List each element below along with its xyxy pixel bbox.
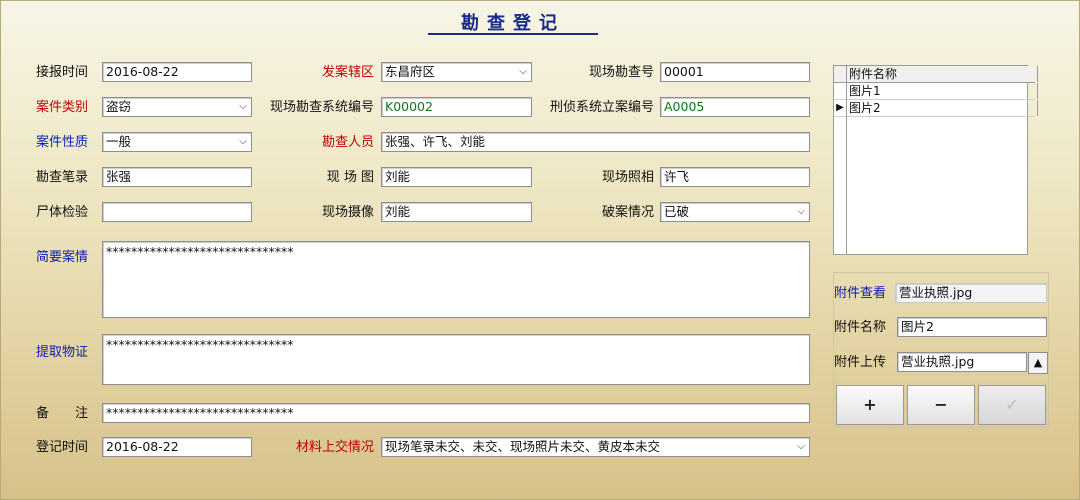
investigators-label: 勘查人员 (321, 135, 374, 150)
brief-textarea[interactable]: ****************************** (102, 241, 810, 318)
criminal-no-label: 刑侦系统立案编号 (549, 100, 654, 115)
view-attachment-label: 附件查看 (834, 286, 887, 301)
column-header-name[interactable]: 附件名称 (847, 66, 1038, 82)
add-button[interactable]: + (836, 385, 904, 425)
attachment-name-label: 附件名称 (834, 320, 887, 335)
investigators-input[interactable]: 张强、许飞、刘能 (381, 132, 810, 152)
district-value: 东昌府区 (385, 64, 436, 79)
reg-time-label: 登记时间 (36, 440, 89, 455)
scene-photo-input[interactable]: 许飞 (660, 167, 810, 187)
reg-time-input[interactable]: 2016-08-22 (102, 437, 252, 457)
district-label: 发案辖区 (321, 65, 374, 80)
evidence-textarea[interactable]: ****************************** (102, 334, 810, 385)
case-type-value: 盗窃 (106, 99, 132, 114)
confirm-check-icon[interactable]: ✓ (978, 385, 1046, 425)
chevron-down-icon[interactable]: ⌵ (237, 98, 249, 116)
upload-attachment-label: 附件上传 (834, 355, 887, 370)
scene-no-label: 现场勘查号 (588, 65, 654, 80)
scene-sys-no-label: 现场勘查系统编号 (269, 100, 374, 115)
table-cell[interactable]: 图片1 (847, 83, 1038, 99)
case-type-label: 案件类别 (36, 100, 89, 115)
scene-photo-label: 现场照相 (601, 170, 654, 185)
record-label: 勘查笔录 (36, 170, 89, 185)
table-cell[interactable]: 图片2 (847, 100, 1038, 116)
table-row[interactable]: ▶ 图片2 (834, 100, 1038, 117)
remark-input[interactable]: ****************************** (102, 403, 810, 423)
scene-video-input[interactable]: 刘能 (381, 202, 532, 222)
case-nature-select[interactable]: 一般 ⌵ (102, 132, 252, 152)
autopsy-label: 尸体检验 (36, 205, 89, 220)
chevron-down-icon[interactable]: ⌵ (237, 133, 249, 151)
scene-map-input[interactable]: 刘能 (381, 167, 532, 187)
materials-value: 现场笔录未交、未交、现场照片未交、黄皮本未交 (385, 439, 661, 454)
report-time-label: 接报时间 (36, 65, 89, 80)
attachment-name-input[interactable]: 图片2 (897, 317, 1047, 337)
attachment-grid[interactable]: 附件名称 图片1 ▶ 图片2 (833, 65, 1038, 255)
chevron-down-icon[interactable]: ⌵ (795, 203, 807, 221)
upload-up-icon[interactable]: ▲ (1028, 352, 1048, 374)
scene-map-label: 现 场 图 (326, 170, 374, 185)
scene-sys-no-input[interactable]: K00002 (381, 97, 532, 117)
brief-label: 简要案情 (36, 250, 89, 265)
grid-divider (846, 66, 847, 254)
attachment-grid-header: 附件名称 (834, 66, 1038, 83)
record-input[interactable]: 张强 (102, 167, 252, 187)
solved-label: 破案情况 (601, 205, 654, 220)
case-nature-value: 一般 (106, 134, 132, 149)
remove-button[interactable]: − (907, 385, 975, 425)
scene-no-input[interactable]: 00001 (660, 62, 810, 82)
chevron-down-icon[interactable]: ⌵ (795, 438, 807, 456)
autopsy-input[interactable] (102, 202, 252, 222)
solved-value: 已破 (664, 204, 690, 219)
table-row[interactable]: 图片1 (834, 83, 1038, 100)
page-title: 勘查登记 (428, 9, 598, 35)
district-select[interactable]: 东昌府区 ⌵ (381, 62, 532, 82)
materials-label: 材料上交情况 (295, 440, 374, 455)
upload-attachment-input[interactable]: 营业执照.jpg (897, 352, 1027, 372)
chevron-down-icon[interactable]: ⌵ (517, 63, 529, 81)
scene-video-label: 现场摄像 (321, 205, 374, 220)
case-type-select[interactable]: 盗窃 ⌵ (102, 97, 252, 117)
solved-select[interactable]: 已破 ⌵ (660, 202, 810, 222)
criminal-no-input[interactable]: A0005 (660, 97, 810, 117)
view-attachment-field[interactable]: 营业执照.jpg (895, 283, 1047, 303)
materials-select[interactable]: 现场笔录未交、未交、现场照片未交、黄皮本未交 ⌵ (381, 437, 810, 457)
case-nature-label: 案件性质 (36, 135, 89, 150)
evidence-label: 提取物证 (36, 345, 89, 360)
report-time-input[interactable]: 2016-08-22 (102, 62, 252, 82)
remark-label: 备 注 (36, 406, 89, 421)
